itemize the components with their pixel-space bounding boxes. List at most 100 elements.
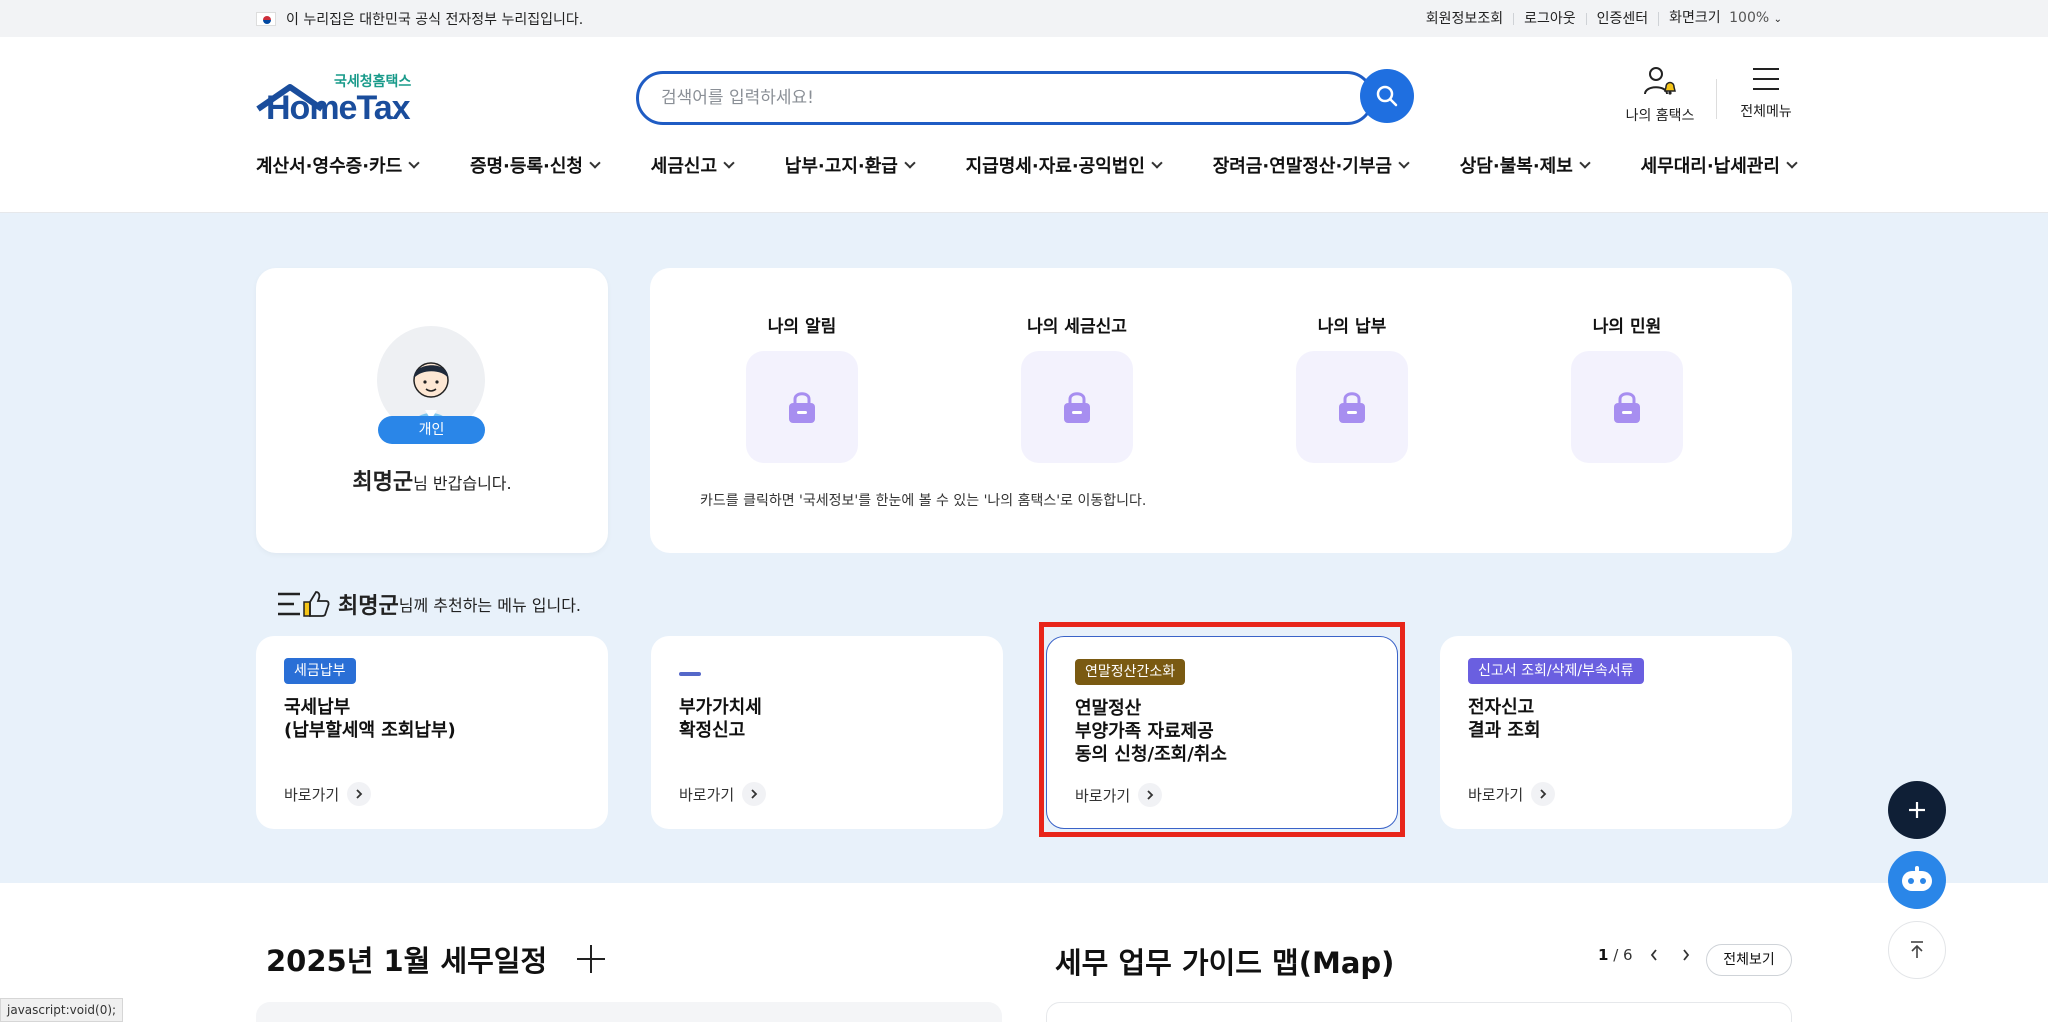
chevron-right-icon (1531, 782, 1556, 806)
user-bell-icon (1644, 67, 1676, 95)
recommend-card-title: 국세납부 (납부할세액 조회납부) (284, 697, 456, 741)
go-link[interactable]: 바로가기 (284, 782, 372, 806)
chevron-down-icon (904, 157, 916, 169)
logo-subtitle: 국세청홈택스 (334, 74, 412, 90)
lock-icon (746, 351, 858, 463)
go-link[interactable]: 바로가기 (679, 782, 767, 806)
chevron-down-icon (1786, 157, 1798, 169)
my-hometax-label: 나의 홈택스 (1625, 108, 1695, 124)
lock-icon (1571, 351, 1683, 463)
chevron-down-icon (723, 157, 735, 169)
recommend-suffix: 님께 추천하는 메뉴 입니다. (398, 596, 581, 615)
go-label: 바로가기 (1468, 785, 1524, 804)
schedule-panel (256, 1002, 1002, 1022)
recommend-card-e-filing-result[interactable]: 신고서 조회/삭제/부속서류 전자신고 결과 조회 바로가기 (1440, 636, 1792, 829)
nav-label: 장려금·연말정산·기부금 (1212, 156, 1392, 177)
nav-incentive-yearend[interactable]: 장려금·연말정산·기부금 (1212, 152, 1410, 178)
greeting: 최명군님 반갑습니다. (256, 464, 608, 496)
floating-plus-button[interactable] (1888, 781, 1946, 839)
thumbs-up-list-icon (278, 591, 330, 617)
cert-center-link[interactable]: 인증센터 (1585, 12, 1659, 26)
chevron-down-icon (589, 157, 601, 169)
my-tax-filing-tile[interactable]: 나의 세금신고 (997, 312, 1157, 463)
recommend-card-vat-filing[interactable]: 부가가치세 확정신고 바로가기 (651, 636, 1003, 829)
my-civil-petition-tile[interactable]: 나의 민원 (1547, 312, 1707, 463)
gov-notice-bar: 이 누리집은 대한민국 공식 전자정부 누리집입니다. 회원정보조회 로그아웃 … (0, 0, 2048, 37)
lock-icon (1296, 351, 1408, 463)
status-bar-url: javascript:void(0); (0, 998, 124, 1022)
personal-badge: 개인 (378, 416, 485, 444)
my-hometax-card: 나의 알림 나의 세금신고 나의 납부 나의 민원 카드를 클릭하면 '국세정보… (650, 268, 1792, 553)
schedule-more-button[interactable] (575, 943, 607, 975)
nav-certificate-registration[interactable]: 증명·등록·신청 (469, 152, 601, 178)
tile-title: 나의 민원 (1592, 317, 1662, 337)
nav-tax-filing[interactable]: 세금신고 (650, 152, 735, 178)
gov-notice-text: 이 누리집은 대한민국 공식 전자정부 누리집입니다. (286, 11, 584, 28)
plus-icon (1909, 802, 1925, 818)
search-box (636, 71, 1374, 125)
hamburger-icon (1753, 68, 1779, 90)
schedule-title: 2025년 1월 세무일정 (266, 944, 548, 978)
chevron-down-icon (408, 157, 420, 169)
zoom-label: 화면크기 (1669, 9, 1721, 26)
nav-payment-refund[interactable]: 납부·고지·환급 (784, 152, 916, 178)
greeting-suffix: 님 반갑습니다. (413, 474, 512, 493)
chevron-down-icon (1398, 157, 1410, 169)
nav-invoice-receipt-card[interactable]: 계산서·영수증·카드 (256, 152, 420, 178)
logout-link[interactable]: 로그아웃 (1513, 12, 1586, 26)
chevron-right-icon[interactable] (1675, 944, 1697, 966)
nav-consult-appeal[interactable]: 상담·불복·제보 (1459, 152, 1591, 178)
nav-label: 세무대리·납세관리 (1640, 156, 1780, 177)
my-payment-tile[interactable]: 나의 납부 (1272, 312, 1432, 463)
recommend-card-title: 전자신고 결과 조회 (1468, 697, 1541, 741)
schedule-heading: 2025년 1월 세무일정 (266, 938, 607, 980)
view-all-button[interactable]: 전체보기 (1706, 944, 1792, 976)
chatbot-button[interactable] (1888, 851, 1946, 909)
pager-total: / 6 (1613, 946, 1633, 964)
tag-empty (679, 672, 701, 676)
chevron-left-icon[interactable] (1643, 944, 1665, 966)
guide-map-panel (1046, 1002, 1792, 1022)
my-notifications-tile[interactable]: 나의 알림 (722, 312, 882, 463)
hometax-logo[interactable]: 국세청홈택스 HomeTax (256, 71, 416, 127)
search-input[interactable] (661, 88, 1221, 108)
main-nav: 계산서·영수증·카드 증명·등록·신청 세금신고 납부·고지·환급 지급명세·자… (256, 152, 1798, 178)
tag-filing-lookup: 신고서 조회/삭제/부속서류 (1468, 658, 1644, 684)
go-link[interactable]: 바로가기 (1075, 783, 1163, 807)
tile-title: 나의 알림 (767, 317, 837, 337)
nav-payment-statement[interactable]: 지급명세·자료·공익법인 (965, 152, 1163, 178)
nav-label: 지급명세·자료·공익법인 (965, 156, 1145, 177)
robot-icon (1902, 866, 1932, 891)
member-info-link[interactable]: 회원정보조회 (1416, 12, 1513, 26)
nav-label: 납부·고지·환급 (784, 156, 898, 177)
nav-label: 계산서·영수증·카드 (256, 156, 403, 177)
korea-flag-icon (256, 11, 276, 26)
nav-label: 세금신고 (650, 156, 718, 177)
my-hometax-button[interactable]: 나의 홈택스 (1620, 65, 1700, 125)
go-link[interactable]: 바로가기 (1468, 782, 1556, 806)
logo-title: HomeTax (266, 89, 411, 127)
all-menu-button[interactable]: 전체메뉴 (1736, 65, 1796, 121)
recommend-heading: 최명군 님께 추천하는 메뉴 입니다. (276, 588, 581, 620)
go-label: 바로가기 (679, 785, 735, 804)
chevron-down-icon: ⌄ (1773, 13, 1782, 25)
pager-text: 1 / 6 (1598, 946, 1633, 964)
lock-icon (1021, 351, 1133, 463)
guide-pager: 1 / 6 (1598, 944, 1697, 966)
zoom-control[interactable]: 화면크기 100% ⌄ (1658, 9, 1792, 26)
header-divider (1716, 79, 1717, 119)
go-label: 바로가기 (1075, 786, 1131, 805)
nav-label: 상담·불복·제보 (1459, 156, 1573, 177)
tag-yearend-simplified: 연말정산간소화 (1075, 659, 1186, 685)
nav-tax-agent[interactable]: 세무대리·납세관리 (1640, 152, 1798, 178)
search-button[interactable] (1360, 69, 1414, 123)
recommend-user-name: 최명군 (338, 594, 399, 619)
recommend-card-national-tax-payment[interactable]: 세금납부 국세납부 (납부할세액 조회납부) 바로가기 (256, 636, 608, 829)
chevron-right-icon (1138, 783, 1163, 807)
recommend-card-title: 부가가치세 확정신고 (679, 697, 762, 741)
recommend-card-yearend-dependent-consent[interactable]: 연말정산간소화 연말정산 부양가족 자료제공 동의 신청/조회/취소 바로가기 (1046, 636, 1398, 829)
nav-label: 증명·등록·신청 (469, 156, 583, 177)
guide-map-title: 세무 업무 가이드 맵(Map) (1055, 946, 1395, 980)
tag-tax-payment: 세금납부 (284, 658, 356, 684)
scroll-top-button[interactable] (1888, 921, 1946, 979)
